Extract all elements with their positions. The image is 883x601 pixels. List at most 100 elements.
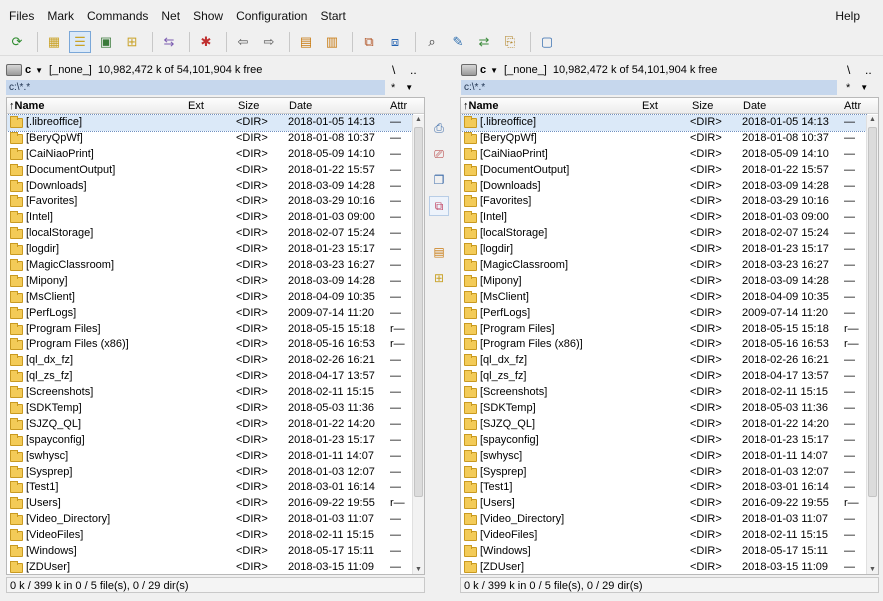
menu-show[interactable]: Show <box>193 9 223 23</box>
file-row[interactable]: [Intel] <DIR> 2018-01-03 09:00 — <box>7 210 412 226</box>
copy-names-icon[interactable]: ⎘ <box>499 31 521 53</box>
menu-files[interactable]: Files <box>9 9 34 23</box>
right-drive-select[interactable]: c <box>480 64 486 76</box>
file-row[interactable]: [DocumentOutput] <DIR> 2018-01-22 15:57 — <box>7 163 412 179</box>
left-drive-select[interactable]: c <box>25 64 31 76</box>
left-path-bar[interactable]: c:\*.* <box>6 80 385 95</box>
file-row[interactable]: [Video_Directory] <DIR> 2018-01-03 11:07 — <box>461 512 866 528</box>
multi-rename-icon[interactable]: ✎ <box>447 31 469 53</box>
file-row[interactable]: [Test1] <DIR> 2018-03-01 16:14 — <box>7 480 412 496</box>
move-file-icon[interactable]: ⧉ <box>429 196 449 216</box>
file-row[interactable]: [SDKTemp] <DIR> 2018-05-03 11:36 — <box>461 401 866 417</box>
file-row[interactable]: [Favorites] <DIR> 2018-03-29 10:16 — <box>7 194 412 210</box>
file-row[interactable]: [Sysprep] <DIR> 2018-01-03 12:07 — <box>461 465 866 481</box>
ftp-connect-icon[interactable]: ⧉ <box>358 31 380 53</box>
back-arrow-icon[interactable]: ⇦ <box>232 31 254 53</box>
chevron-down-icon[interactable]: ▼ <box>490 66 498 75</box>
file-row[interactable]: [Program Files (x86)] <DIR> 2018-05-16 16:… <box>7 337 412 353</box>
file-row[interactable]: [VideoFiles] <DIR> 2018-02-11 15:15 — <box>461 528 866 544</box>
file-row[interactable]: [Mipony] <DIR> 2018-03-09 14:28 — <box>461 274 866 290</box>
file-row[interactable]: [Mipony] <DIR> 2018-03-09 14:28 — <box>7 274 412 290</box>
copy-file-icon[interactable]: ⎙ <box>429 118 449 138</box>
left-hotlist-button[interactable]: ▼ <box>405 83 413 92</box>
column-ext[interactable]: Ext <box>642 100 658 112</box>
file-row[interactable]: [swhysc] <DIR> 2018-01-11 14:07 — <box>461 449 866 465</box>
tree-view-icon[interactable]: ⊞ <box>121 31 143 53</box>
file-row[interactable]: [Downloads] <DIR> 2018-03-09 14:28 — <box>461 179 866 195</box>
menu-configuration[interactable]: Configuration <box>236 9 307 23</box>
left-root-button[interactable]: \ <box>392 63 395 77</box>
menu-start[interactable]: Start <box>320 9 345 23</box>
right-up-button[interactable]: .. <box>865 63 872 77</box>
file-row[interactable]: [Test1] <DIR> 2018-03-01 16:14 — <box>461 480 866 496</box>
left-up-button[interactable]: .. <box>410 63 417 77</box>
file-row[interactable]: [swhysc] <DIR> 2018-01-11 14:07 — <box>7 449 412 465</box>
archive-icon[interactable]: ▤ <box>429 242 449 262</box>
file-row[interactable]: [Intel] <DIR> 2018-01-03 09:00 — <box>461 210 866 226</box>
left-history-button[interactable]: * <box>391 82 395 94</box>
file-row[interactable]: [spayconfig] <DIR> 2018-01-23 15:17 — <box>7 433 412 449</box>
menu-mark[interactable]: Mark <box>47 9 74 23</box>
file-row[interactable]: [ql_dx_fz] <DIR> 2018-02-26 16:21 — <box>7 353 412 369</box>
right-scroll-thumb[interactable] <box>868 127 877 497</box>
right-root-button[interactable]: \ <box>847 63 850 77</box>
file-row[interactable]: [Downloads] <DIR> 2018-03-09 14:28 — <box>7 179 412 195</box>
file-row[interactable]: [ZDUser] <DIR> 2018-03-15 11:09 — <box>7 560 412 574</box>
column-date[interactable]: Date <box>743 100 766 112</box>
brief-view-icon[interactable]: ▦ <box>43 31 65 53</box>
left-file-panel[interactable]: ↑Name Ext Size Date Attr [.libreoffice] <… <box>6 97 425 575</box>
file-row[interactable]: [CaiNiaoPrint] <DIR> 2018-05-09 14:10 — <box>7 147 412 163</box>
menu-help[interactable]: Help <box>835 9 860 23</box>
file-row[interactable]: [ql_zs_fz] <DIR> 2018-04-17 13:57 — <box>7 369 412 385</box>
file-row[interactable]: [SJZQ_QL] <DIR> 2018-01-22 14:20 — <box>461 417 866 433</box>
file-row[interactable]: [MagicClassroom] <DIR> 2018-03-23 16:27 — <box>461 258 866 274</box>
file-row[interactable]: [SJZQ_QL] <DIR> 2018-01-22 14:20 — <box>7 417 412 433</box>
left-scroll-thumb[interactable] <box>414 127 423 497</box>
file-row[interactable]: [Users] <DIR> 2016-09-22 19:55 r— <box>461 496 866 512</box>
file-row[interactable]: [PerfLogs] <DIR> 2009-07-14 11:20 — <box>7 306 412 322</box>
file-row[interactable]: [.libreoffice] <DIR> 2018-01-05 14:13 — <box>461 114 867 132</box>
file-row[interactable]: [ZDUser] <DIR> 2018-03-15 11:09 — <box>461 560 866 574</box>
column-attr[interactable]: Attr <box>390 100 407 112</box>
refresh-icon[interactable]: ⟳ <box>6 31 28 53</box>
file-row[interactable]: [localStorage] <DIR> 2018-02-07 15:24 — <box>461 226 866 242</box>
invert-selection-icon[interactable]: ⇆ <box>158 31 180 53</box>
scroll-up-icon[interactable]: ▲ <box>867 116 878 123</box>
column-name[interactable]: ↑Name <box>463 100 498 112</box>
column-size[interactable]: Size <box>692 100 713 112</box>
new-folder-icon[interactable]: ⊞ <box>429 268 449 288</box>
ftp-new-connection-icon[interactable]: ⧈ <box>384 31 406 53</box>
file-row[interactable]: [PerfLogs] <DIR> 2009-07-14 11:20 — <box>461 306 866 322</box>
menu-net[interactable]: Net <box>161 9 180 23</box>
column-ext[interactable]: Ext <box>188 100 204 112</box>
file-row[interactable]: [MsClient] <DIR> 2018-04-09 10:35 — <box>7 290 412 306</box>
file-row[interactable]: [spayconfig] <DIR> 2018-01-23 15:17 — <box>461 433 866 449</box>
file-row[interactable]: [VideoFiles] <DIR> 2018-02-11 15:15 — <box>7 528 412 544</box>
sync-dirs-icon[interactable]: ⇄ <box>473 31 495 53</box>
column-attr[interactable]: Attr <box>844 100 861 112</box>
file-row[interactable]: [MsClient] <DIR> 2018-04-09 10:35 — <box>461 290 866 306</box>
full-view-icon[interactable]: ☰ <box>69 30 91 53</box>
file-row[interactable]: [Users] <DIR> 2016-09-22 19:55 r— <box>7 496 412 512</box>
right-history-button[interactable]: * <box>846 82 850 94</box>
right-path-bar[interactable]: c:\*.* <box>461 80 837 95</box>
scroll-up-icon[interactable]: ▲ <box>413 116 424 123</box>
view-file-icon[interactable]: ⎚ <box>429 144 449 164</box>
file-row[interactable]: [Sysprep] <DIR> 2018-01-03 12:07 — <box>7 465 412 481</box>
file-row[interactable]: [Windows] <DIR> 2018-05-17 15:11 — <box>461 544 866 560</box>
find-files-icon[interactable]: ⌕ <box>421 31 443 53</box>
scroll-down-icon[interactable]: ▼ <box>413 566 424 573</box>
file-row[interactable]: [BeryQpWf] <DIR> 2018-01-08 10:37 — <box>461 131 866 147</box>
file-row[interactable]: [Screenshots] <DIR> 2018-02-11 15:15 — <box>461 385 866 401</box>
file-row[interactable]: [logdir] <DIR> 2018-01-23 15:17 — <box>461 242 866 258</box>
file-row[interactable]: [Windows] <DIR> 2018-05-17 15:11 — <box>7 544 412 560</box>
file-row[interactable]: [logdir] <DIR> 2018-01-23 15:17 — <box>7 242 412 258</box>
file-row[interactable]: [Program Files (x86)] <DIR> 2018-05-16 16:… <box>461 337 866 353</box>
duplicate-icon[interactable]: ❐ <box>429 170 449 190</box>
chevron-down-icon[interactable]: ▼ <box>35 66 43 75</box>
file-row[interactable]: [SDKTemp] <DIR> 2018-05-03 11:36 — <box>7 401 412 417</box>
unpack-files-icon[interactable]: ▥ <box>321 31 343 53</box>
file-row[interactable]: [ql_zs_fz] <DIR> 2018-04-17 13:57 — <box>461 369 866 385</box>
right-hotlist-button[interactable]: ▼ <box>860 83 868 92</box>
pack-icon[interactable]: ▤ <box>295 31 317 53</box>
